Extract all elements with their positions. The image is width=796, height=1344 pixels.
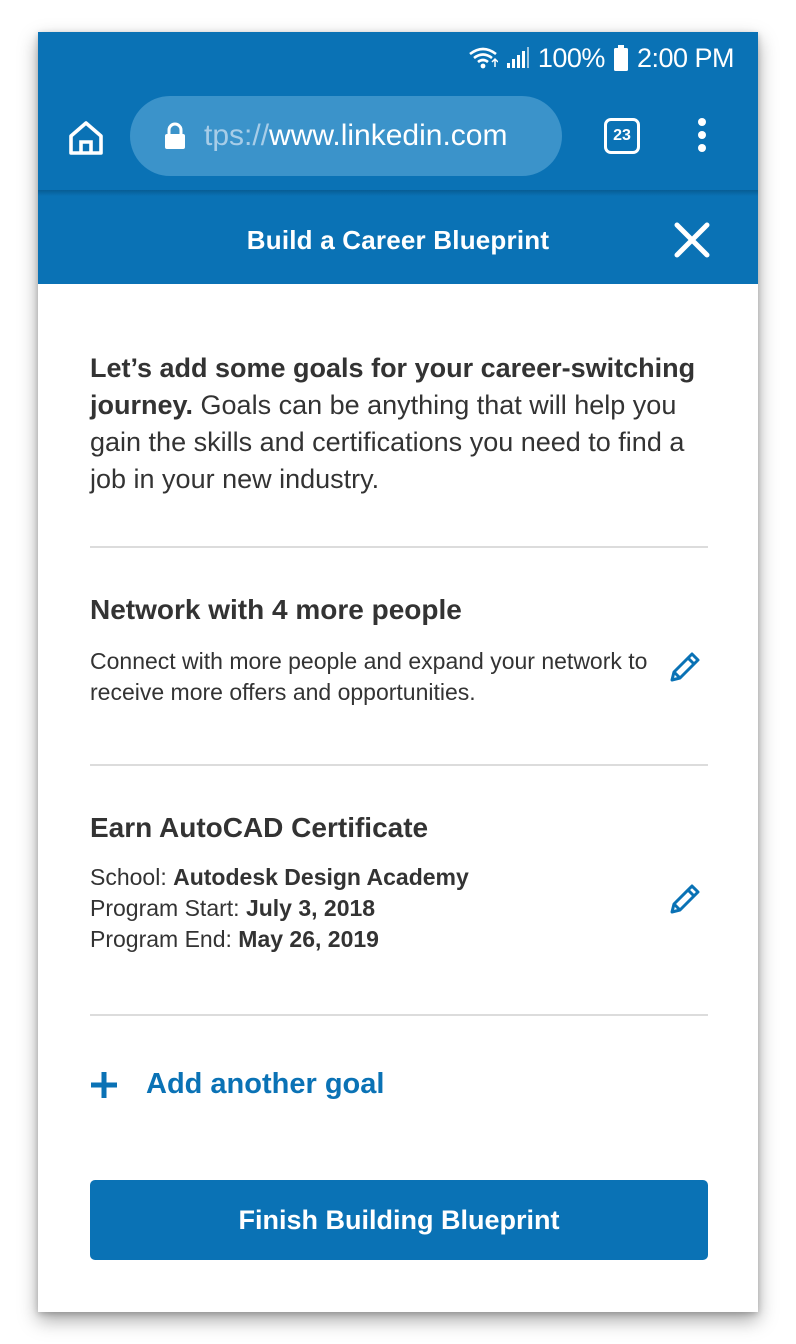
pencil-icon[interactable]	[666, 648, 704, 686]
more-vert-icon[interactable]	[694, 118, 710, 158]
lock-icon	[165, 122, 185, 149]
close-button[interactable]	[674, 222, 710, 258]
school-line: School: Autodesk Design Academy	[90, 862, 708, 893]
tab-switcher-button[interactable]: 23	[604, 118, 640, 154]
pencil-icon[interactable]	[666, 880, 704, 918]
divider	[90, 1014, 708, 1016]
status-icons: 100% 2:00 PM	[468, 40, 735, 76]
home-icon	[69, 121, 103, 155]
url-text: tps://www.linkedin.com	[204, 119, 507, 153]
end-label: Program End:	[90, 926, 239, 952]
start-value: July 3, 2018	[245, 895, 376, 921]
address-bar[interactable]: tps://www.linkedin.com	[130, 96, 562, 176]
clock: 2:00 PM	[636, 42, 735, 73]
end-value: May 26, 2019	[238, 926, 379, 952]
status-bar: 100% 2:00 PM	[38, 32, 758, 84]
end-line: Program End: May 26, 2019	[90, 924, 708, 955]
finish-button[interactable]: Finish Building Blueprint	[90, 1180, 708, 1260]
school-value: Autodesk Design Academy	[173, 864, 469, 890]
goal-item: Earn AutoCAD Certificate School: Autodes…	[90, 766, 708, 1014]
signal-icon	[506, 47, 529, 68]
modal-header: Build a Career Blueprint	[38, 196, 758, 284]
home-button[interactable]	[66, 118, 106, 158]
start-label: Program Start:	[90, 895, 246, 921]
goal-title: Network with 4 more people	[90, 594, 462, 625]
add-goal-button[interactable]: Add another goal	[90, 1068, 708, 1101]
school-label: School:	[90, 864, 174, 890]
goal-item: Network with 4 more people Connect with …	[90, 548, 708, 764]
start-line: Program Start: July 3, 2018	[90, 893, 708, 924]
url-scheme: tps://	[204, 119, 270, 152]
plus-icon	[91, 1071, 117, 1098]
battery-percent: 100%	[537, 42, 606, 73]
battery-icon	[613, 45, 628, 71]
browser-toolbar: tps://www.linkedin.com 23	[38, 84, 758, 192]
phone-screen: 100% 2:00 PM tps://www.linkedin.com 23 B…	[38, 32, 758, 1312]
goal-description: Connect with more people and expand your…	[90, 648, 648, 705]
goal-details: School: Autodesk Design Academy Program …	[90, 862, 708, 955]
wifi-icon	[469, 47, 498, 69]
add-goal-label: Add another goal	[146, 1068, 385, 1100]
tab-count: 23	[613, 127, 631, 144]
page-title: Build a Career Blueprint	[246, 225, 550, 255]
main-content: Let’s add some goals for your career-swi…	[90, 284, 708, 1101]
url-domain: www.linkedin.com	[269, 119, 508, 152]
intro-text: Let’s add some goals for your career-swi…	[90, 350, 708, 498]
goal-title: Earn AutoCAD Certificate	[90, 812, 429, 843]
close-icon	[674, 222, 710, 258]
